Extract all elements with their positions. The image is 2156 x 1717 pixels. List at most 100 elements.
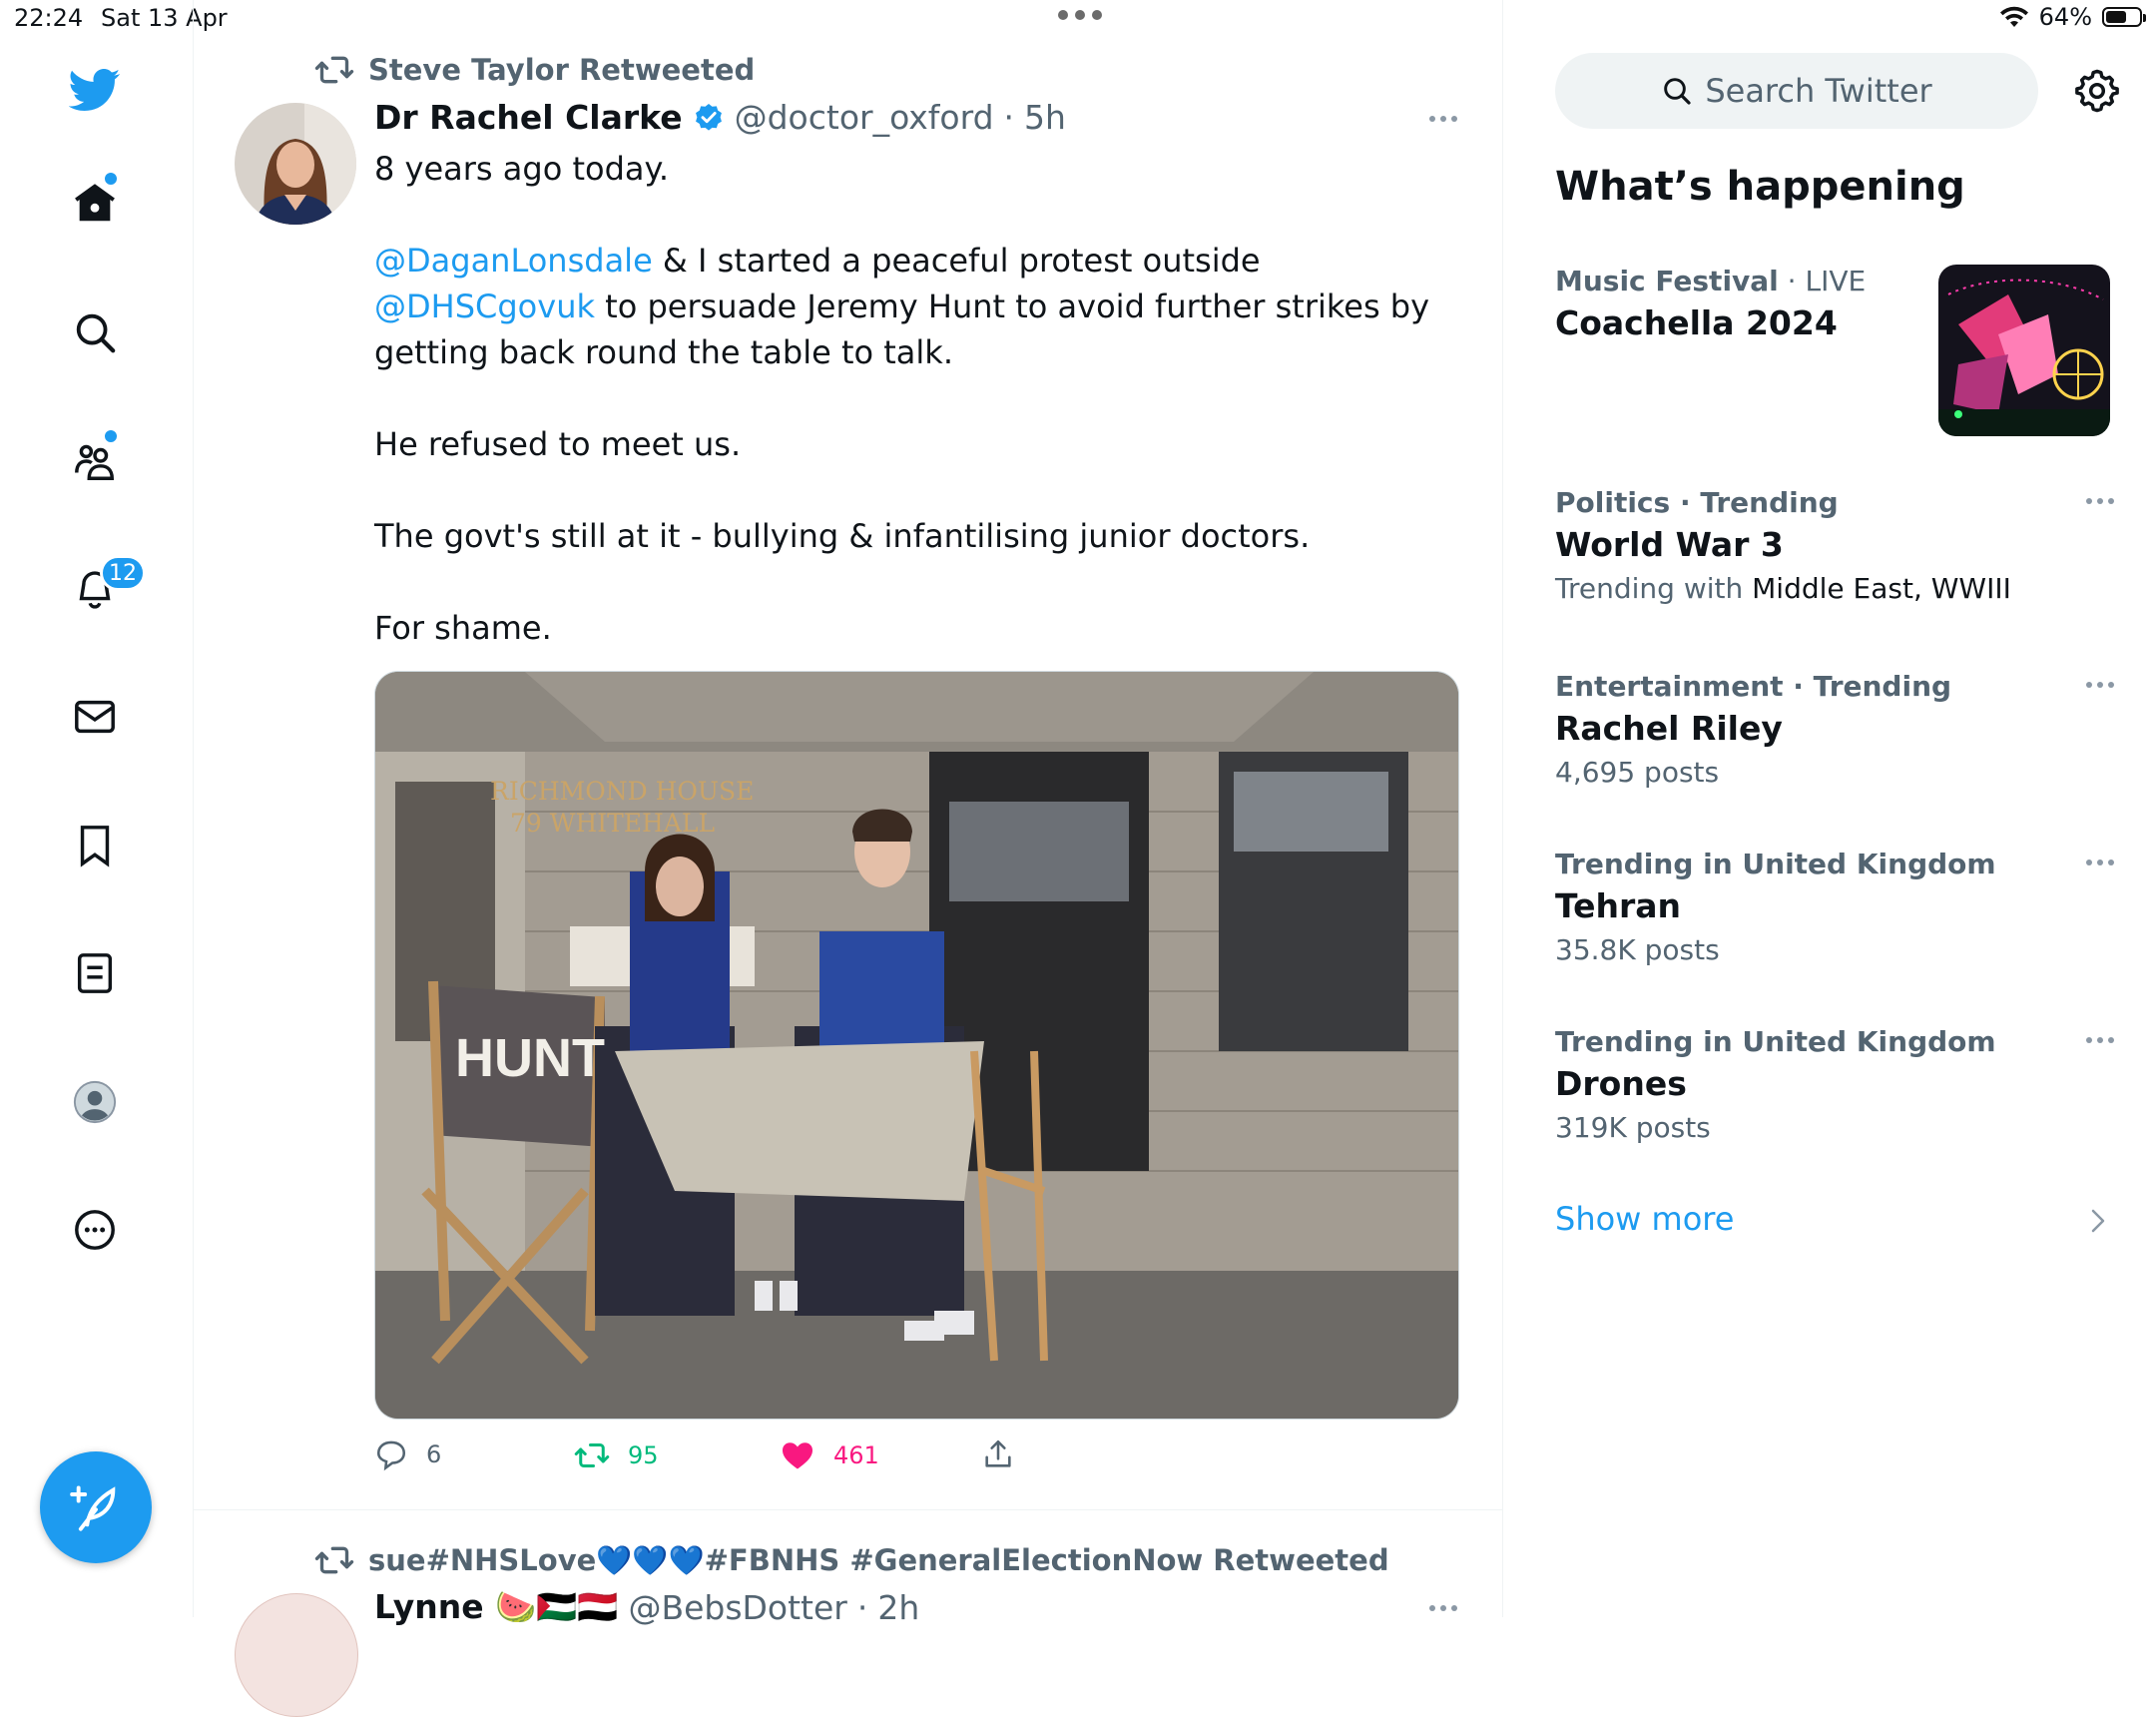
retweet-count: 95 bbox=[628, 1441, 659, 1469]
twitter-bird-icon[interactable] bbox=[46, 41, 144, 139]
share-icon bbox=[985, 1439, 1011, 1467]
tweet-more-options-icon[interactable] bbox=[1429, 116, 1457, 122]
trend-sub-related: Middle East, WWIII bbox=[1752, 572, 2011, 605]
trend-sub-prefix: Trending with bbox=[1555, 572, 1753, 605]
search-placeholder: Search Twitter bbox=[1705, 72, 1932, 110]
heart-icon bbox=[783, 1442, 812, 1469]
sidebar: 12 bbox=[0, 0, 194, 1617]
tweet-timestamp[interactable]: 5h bbox=[1024, 98, 1066, 137]
reply-icon bbox=[376, 1440, 406, 1471]
trend-category: Trending in United Kingdom bbox=[1555, 848, 1996, 880]
retweet-icon bbox=[574, 1443, 610, 1467]
author-avatar[interactable] bbox=[235, 1593, 358, 1717]
status-right: 64% bbox=[1999, 3, 2146, 31]
building-sign-line-2: 79 WHITEHALL bbox=[510, 809, 715, 838]
trend-item[interactable]: Trending in United Kingdom Drones 319K p… bbox=[1555, 1025, 2114, 1144]
compose-feather-icon bbox=[70, 1485, 116, 1531]
reply-count: 6 bbox=[426, 1440, 442, 1468]
profile-avatar-icon[interactable] bbox=[46, 1053, 144, 1151]
communities-icon[interactable] bbox=[46, 412, 144, 510]
trend-thumbnail[interactable] bbox=[1938, 265, 2110, 436]
retweeted-by-text: sue#NHSLove💙💙💙#FBNHS #GeneralElectionNow… bbox=[368, 1542, 1389, 1577]
chair-text: HUNT bbox=[455, 1028, 605, 1088]
tweet-line-5: For shame. bbox=[374, 609, 552, 647]
trend-more-options-icon[interactable] bbox=[2086, 682, 2114, 688]
like-button[interactable]: 461 bbox=[780, 1437, 879, 1473]
tweet-photo[interactable]: RICHMOND HOUSE 79 WHITEHALL HUNT bbox=[374, 671, 1459, 1420]
retweet-icon bbox=[314, 56, 354, 84]
wifi-icon bbox=[1999, 6, 2028, 27]
notifications-count-badge: 12 bbox=[100, 555, 146, 591]
trend-meta: Entertainment · Trending bbox=[1555, 670, 2114, 703]
trend-category: Trending in United Kingdom bbox=[1555, 1025, 1996, 1058]
trend-item[interactable]: Trending in United Kingdom Tehran 35.8K … bbox=[1555, 848, 2114, 966]
bookmark-icon[interactable] bbox=[46, 797, 144, 894]
compose-tweet-button[interactable] bbox=[40, 1451, 152, 1563]
trend-more-options-icon[interactable] bbox=[2086, 498, 2114, 504]
share-button[interactable] bbox=[981, 1437, 1015, 1471]
trend-subtitle: 319K posts bbox=[1555, 1111, 1711, 1144]
tweet-more-options-icon[interactable] bbox=[1429, 1605, 1457, 1611]
search-icon bbox=[1664, 78, 1691, 105]
messages-envelope-icon[interactable] bbox=[46, 668, 144, 766]
trend-category: Politics · Trending bbox=[1555, 486, 1839, 519]
tweet-author-row: Dr Rachel Clarke @doctor_oxford · 5h bbox=[374, 98, 1066, 137]
trend-title: Rachel Riley bbox=[1555, 709, 1783, 748]
search-icon[interactable] bbox=[46, 284, 144, 381]
trend-subtitle: 35.8K posts bbox=[1555, 933, 1720, 966]
retweeted-by-line[interactable]: Steve Taylor Retweeted bbox=[314, 50, 755, 90]
show-more-link[interactable]: Show more bbox=[1555, 1200, 1734, 1238]
author-handle[interactable]: @BebsDotter bbox=[628, 1588, 846, 1627]
tweet-divider bbox=[193, 1509, 1502, 1510]
reply-button[interactable]: 6 bbox=[374, 1437, 441, 1471]
tweet-text: 8 years ago today. @DaganLonsdale & I st… bbox=[374, 146, 1452, 697]
tweet-text-segment: & I started a peaceful protest outside bbox=[652, 242, 1261, 280]
tweet-timestamp[interactable]: 2h bbox=[877, 1588, 919, 1627]
trend-more-options-icon[interactable] bbox=[2086, 1037, 2114, 1043]
author-handle[interactable]: @doctor_oxford bbox=[735, 98, 994, 137]
settings-gear-icon[interactable] bbox=[2074, 68, 2120, 114]
separator-dot: · bbox=[1003, 98, 1015, 137]
separator-dot: · bbox=[856, 1587, 868, 1627]
author-name[interactable]: Dr Rachel Clarke bbox=[374, 98, 683, 137]
trend-title: Drones bbox=[1555, 1064, 1687, 1103]
tweet-line-1: 8 years ago today. bbox=[374, 150, 670, 188]
trend-title: World War 3 bbox=[1555, 525, 1784, 564]
tweet-line-3: He refused to meet us. bbox=[374, 425, 742, 463]
tweet-paragraph-2: @DaganLonsdale & I started a peaceful pr… bbox=[374, 238, 1452, 375]
like-count: 461 bbox=[833, 1441, 879, 1469]
retweeted-by-line[interactable]: sue#NHSLove💙💙💙#FBNHS #GeneralElectionNow… bbox=[314, 1540, 1389, 1580]
trend-title: Tehran bbox=[1555, 886, 1682, 925]
verified-badge-icon bbox=[695, 103, 722, 131]
trend-subtitle: Trending with Middle East, WWIII bbox=[1555, 572, 2114, 605]
tweet-author-row: Lynne 🍉🇵🇸🇾🇪 @BebsDotter · 2h bbox=[374, 1587, 919, 1627]
chevron-right-icon[interactable] bbox=[2088, 1206, 2108, 1236]
trend-status: LIVE bbox=[1805, 265, 1867, 297]
trend-more-options-icon[interactable] bbox=[2086, 859, 2114, 865]
author-name[interactable]: Lynne 🍉🇵🇸🇾🇪 bbox=[374, 1587, 618, 1627]
building-sign-line-1: RICHMOND HOUSE bbox=[490, 777, 754, 806]
trend-category: Entertainment · Trending bbox=[1555, 670, 1952, 703]
trend-subtitle: 4,695 posts bbox=[1555, 756, 1720, 789]
trend-meta: Trending in United Kingdom bbox=[1555, 848, 2114, 880]
tweet-line-4: The govt's still at it - bullying & infa… bbox=[374, 517, 1311, 555]
mention-link[interactable]: @DaganLonsdale bbox=[374, 242, 653, 280]
mention-link[interactable]: @DHSCgovuk bbox=[374, 287, 595, 325]
trend-item[interactable]: Politics · Trending World War 3 Trending… bbox=[1555, 486, 2114, 605]
trend-meta: Trending in United Kingdom bbox=[1555, 1025, 2114, 1058]
battery-percent: 64% bbox=[2038, 3, 2092, 31]
lists-icon[interactable] bbox=[46, 924, 144, 1022]
trend-meta: Politics · Trending bbox=[1555, 486, 2114, 519]
home-icon[interactable] bbox=[46, 155, 144, 253]
trend-sep: · bbox=[1778, 265, 1806, 297]
trend-item[interactable]: Entertainment · Trending Rachel Riley 4,… bbox=[1555, 670, 2114, 789]
tweet-actions-bar: 6 95 461 bbox=[374, 1437, 1459, 1481]
trend-category: Music Festival bbox=[1555, 265, 1779, 297]
retweet-button[interactable]: 95 bbox=[574, 1437, 659, 1473]
author-avatar[interactable] bbox=[235, 103, 356, 225]
whats-happening-title: What’s happening bbox=[1555, 164, 1965, 210]
retweet-icon bbox=[314, 1546, 354, 1574]
more-circle-icon[interactable] bbox=[46, 1181, 144, 1279]
battery-icon bbox=[2102, 7, 2146, 27]
search-twitter-input[interactable]: Search Twitter bbox=[1555, 53, 2038, 129]
